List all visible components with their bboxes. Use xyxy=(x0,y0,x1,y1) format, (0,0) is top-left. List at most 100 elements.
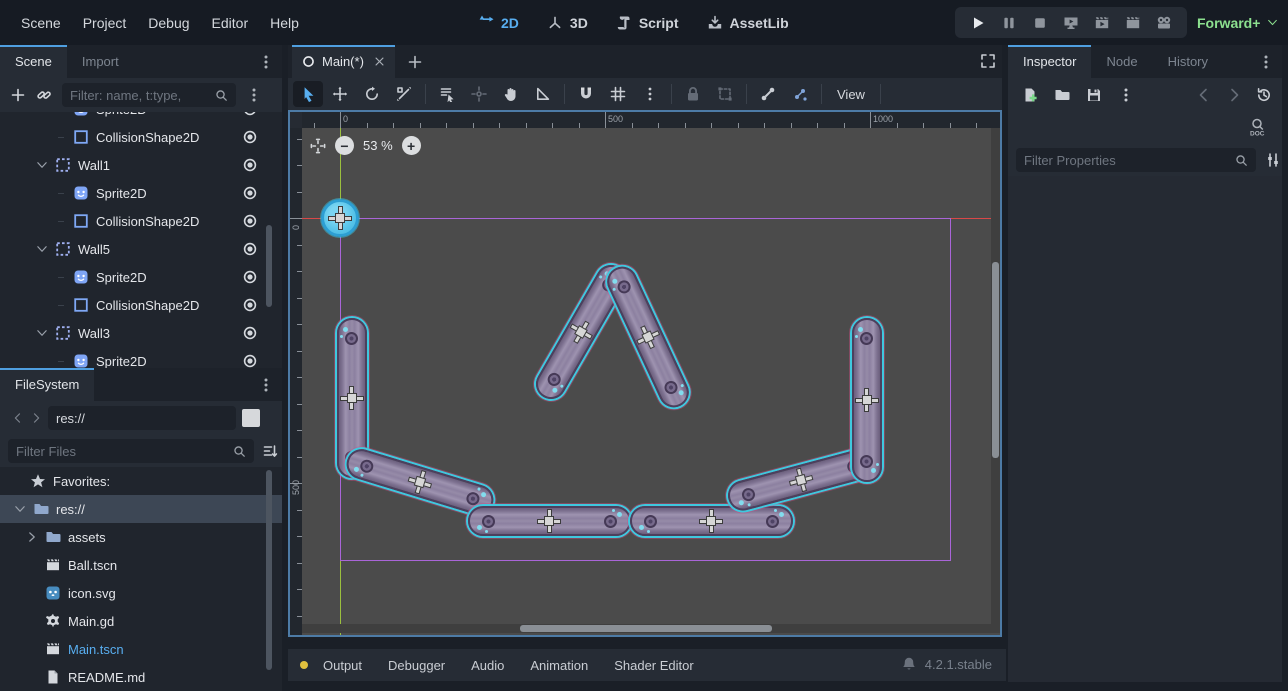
select-tool-icon[interactable] xyxy=(293,81,323,107)
move-gizmo[interactable] xyxy=(788,467,815,494)
filesystem-filter-input[interactable]: Filter Files xyxy=(8,439,254,463)
visibility-eye-icon[interactable] xyxy=(242,325,258,341)
scene-tree-scrollbar[interactable] xyxy=(266,225,272,307)
h-scrollbar-track[interactable] xyxy=(302,624,1000,633)
wall-capsule[interactable] xyxy=(852,318,882,482)
load-icon[interactable] xyxy=(1054,87,1070,103)
bone-icon[interactable] xyxy=(753,81,783,107)
workspace-2d[interactable]: 2D xyxy=(478,15,519,31)
workspace-3d[interactable]: 3D xyxy=(547,15,588,31)
forward-icon[interactable] xyxy=(30,410,42,426)
visibility-eye-icon[interactable] xyxy=(242,157,258,173)
filesystem-row[interactable]: res:// xyxy=(0,495,282,523)
back-icon[interactable] xyxy=(1196,87,1212,103)
move-gizmo[interactable] xyxy=(406,468,433,495)
scene-tree-row[interactable]: CollisionShape2D xyxy=(0,123,282,151)
ball-node[interactable] xyxy=(321,199,359,237)
move-tool-icon[interactable] xyxy=(325,81,355,107)
scene-filter-input[interactable]: Filter: name, t:type, xyxy=(62,83,236,107)
path-input[interactable]: res:// xyxy=(48,406,236,430)
sort-files-icon[interactable] xyxy=(262,443,278,459)
wall-capsule[interactable] xyxy=(630,506,793,536)
filesystem-row[interactable]: assets xyxy=(0,523,282,551)
group-icon[interactable] xyxy=(710,81,740,107)
visibility-eye-icon[interactable] xyxy=(242,241,258,257)
visibility-eye-icon[interactable] xyxy=(242,129,258,145)
renderer-dropdown[interactable]: Forward+ xyxy=(1197,0,1278,45)
wall-capsule[interactable] xyxy=(468,506,631,536)
scene-tree-row[interactable]: CollisionShape2D xyxy=(0,207,282,235)
scene-tree-row[interactable]: Sprite2D xyxy=(0,179,282,207)
forward-icon[interactable] xyxy=(1226,87,1242,103)
toggle-split-mode-button[interactable] xyxy=(242,409,260,427)
zoom-out-button[interactable]: − xyxy=(335,136,354,155)
stop-icon[interactable] xyxy=(1032,15,1048,31)
visibility-eye-icon[interactable] xyxy=(242,112,258,117)
move-gizmo[interactable] xyxy=(633,322,662,351)
canvas-world[interactable]: − 53 % + xyxy=(302,128,1000,635)
tune-icon[interactable] xyxy=(1265,152,1281,168)
menu-project[interactable]: Project xyxy=(72,10,138,36)
smart-snap-icon[interactable] xyxy=(571,81,601,107)
view-menu-button[interactable]: View xyxy=(827,87,875,102)
menu-scene[interactable]: Scene xyxy=(10,10,72,36)
grid-snap-icon[interactable] xyxy=(603,81,633,107)
menu-help[interactable]: Help xyxy=(259,10,310,36)
tab-node[interactable]: Node xyxy=(1091,45,1152,78)
add-scene-tab-button[interactable] xyxy=(407,54,423,70)
h-scrollbar-thumb[interactable] xyxy=(520,625,772,632)
tab-filesystem[interactable]: FileSystem xyxy=(0,368,94,401)
chevron-down-icon[interactable] xyxy=(36,327,48,339)
chevron-down-icon[interactable] xyxy=(36,159,48,171)
workspace-script[interactable]: Script xyxy=(616,15,679,31)
filesystem-row[interactable]: Favorites: xyxy=(0,467,282,495)
play-scene-icon[interactable] xyxy=(1094,15,1110,31)
lock-icon[interactable] xyxy=(678,81,708,107)
menu-debug[interactable]: Debug xyxy=(137,10,200,36)
bottom-tab-shader-editor[interactable]: Shader Editor xyxy=(603,654,705,677)
scene-tree-row[interactable]: Sprite2D xyxy=(0,112,282,123)
doc-search-icon[interactable]: DOC xyxy=(1248,117,1268,137)
scene-tree-row[interactable]: CollisionShape2D xyxy=(0,291,282,319)
visibility-eye-icon[interactable] xyxy=(242,185,258,201)
new-resource-icon[interactable] xyxy=(1022,87,1038,103)
play-custom-scene-icon[interactable] xyxy=(1125,15,1141,31)
kebab-icon[interactable] xyxy=(258,377,274,393)
filesystem-scrollbar[interactable] xyxy=(266,470,272,670)
v-scrollbar-track[interactable] xyxy=(991,128,1000,624)
select-pivot-icon[interactable] xyxy=(464,81,494,107)
move-gizmo[interactable] xyxy=(538,510,560,532)
list-select-icon[interactable] xyxy=(432,81,462,107)
kebab-icon[interactable] xyxy=(258,54,274,70)
pan-tool-icon[interactable] xyxy=(496,81,526,107)
bottom-tab-audio[interactable]: Audio xyxy=(460,654,515,677)
play-icon[interactable] xyxy=(970,15,986,31)
zoom-in-button[interactable]: + xyxy=(402,136,421,155)
kebab-icon[interactable] xyxy=(1258,54,1274,70)
pause-icon[interactable] xyxy=(1001,15,1017,31)
visibility-eye-icon[interactable] xyxy=(242,269,258,285)
expand-viewport-icon[interactable] xyxy=(980,53,996,69)
bell-icon[interactable] xyxy=(901,656,917,672)
visibility-eye-icon[interactable] xyxy=(242,353,258,369)
chevron-right-icon[interactable] xyxy=(26,531,38,543)
scale-tool-icon[interactable] xyxy=(389,81,419,107)
inspector-filter-input[interactable]: Filter Properties xyxy=(1016,148,1256,172)
menu-editor[interactable]: Editor xyxy=(201,10,260,36)
filesystem-row[interactable]: Ball.tscn xyxy=(0,551,282,579)
scene-tree-row[interactable]: Wall3 xyxy=(0,319,282,347)
move-gizmo[interactable] xyxy=(566,317,596,347)
close-icon[interactable] xyxy=(374,56,385,67)
move-gizmo[interactable] xyxy=(341,387,363,409)
back-icon[interactable] xyxy=(12,410,24,426)
movie-maker-icon[interactable] xyxy=(1156,15,1172,31)
bottom-tab-debugger[interactable]: Debugger xyxy=(377,654,456,677)
filesystem-row[interactable]: icon.svg xyxy=(0,579,282,607)
kebab-icon[interactable] xyxy=(246,87,262,103)
kebab-icon[interactable] xyxy=(1118,87,1134,103)
ruler-tool-icon[interactable] xyxy=(528,81,558,107)
history-icon[interactable] xyxy=(1256,87,1272,103)
bottom-tab-output[interactable]: Output xyxy=(312,654,373,677)
chevron-down-icon[interactable] xyxy=(36,243,48,255)
skeleton-options-icon[interactable] xyxy=(785,81,815,107)
